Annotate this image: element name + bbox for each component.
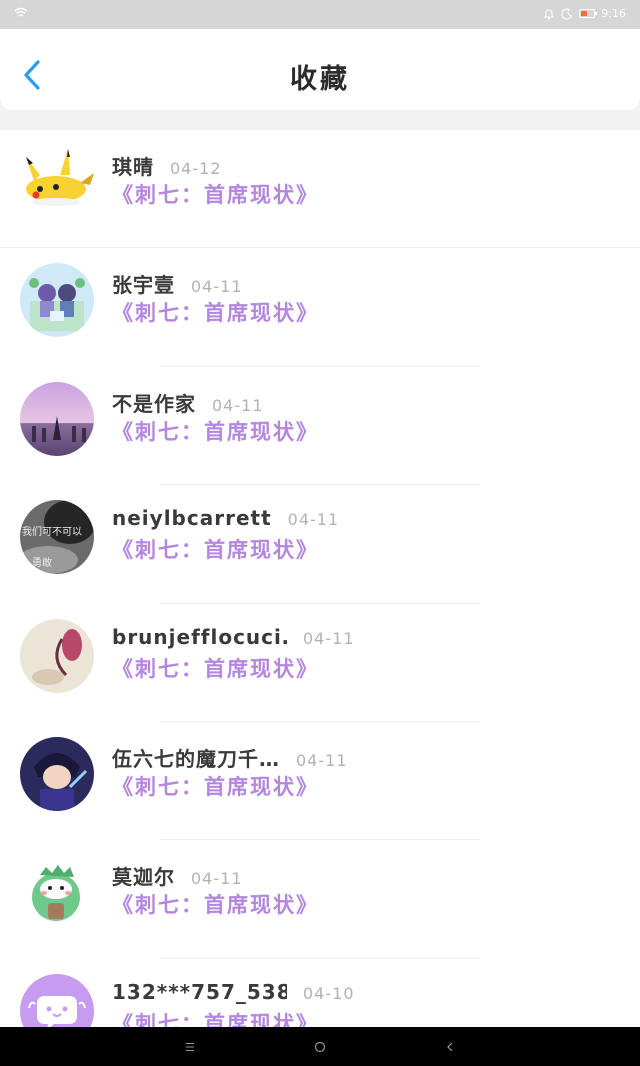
favorite-date: 04-11 — [296, 750, 348, 770]
list-item[interactable]: 莫迦尔 04-11 《刺七：首席现状》 — [0, 840, 640, 959]
user-name: 不是作家 — [112, 391, 196, 416]
bell-icon — [544, 8, 555, 19]
book-title[interactable]: 《刺七：首席现状》 — [112, 889, 319, 919]
avatar — [20, 618, 94, 693]
user-name: neiylbcarrett — [112, 506, 272, 531]
list-item[interactable]: 我们可不可以 勇敢 neiylbcarrett 04-11 《刺七：首席现状》 — [0, 485, 640, 604]
list-item[interactable]: 不是作家 04-11 《刺七：首席现状》 — [0, 367, 640, 486]
favorite-date: 04-11 — [287, 510, 340, 530]
avatar — [20, 263, 94, 338]
list-item[interactable]: 琪晴 04-12 《刺七：首席现状》 — [0, 130, 640, 249]
wifi-icon — [14, 7, 28, 17]
avatar — [20, 736, 94, 811]
favorite-date: 04-11 — [303, 628, 355, 648]
book-title[interactable]: 《刺七：首席现状》 — [112, 416, 319, 446]
battery-icon — [579, 9, 598, 18]
book-title[interactable]: 《刺七：首席现状》 — [112, 653, 319, 683]
user-name: 莫迦尔 — [112, 865, 175, 890]
favorite-date: 04-11 — [212, 395, 264, 415]
list-item[interactable]: 张宇壹 04-11 《刺七：首席现状》 — [0, 248, 640, 367]
favorite-date: 04-10 — [303, 983, 355, 1003]
nav-back-icon — [447, 1042, 453, 1051]
menu-icon — [186, 1042, 194, 1051]
avatar: 我们可不可以 勇敢 — [20, 500, 94, 575]
avatar-caption: 勇敢 — [32, 556, 52, 569]
favorite-date: 04-11 — [191, 869, 243, 889]
user-name: 张宇壹 — [112, 273, 175, 298]
user-name: 琪晴 — [112, 155, 154, 179]
favorite-date: 04-11 — [191, 277, 243, 297]
list-item[interactable]: 132***757_5384… 04-10 《刺七：首席现状》 — [0, 959, 640, 1027]
avatar-caption: 我们可不可以 — [22, 525, 82, 538]
status-bar: 9:16 — [0, 0, 640, 29]
avatar — [20, 145, 94, 219]
list-item[interactable]: brunjefflocuci… 04-11 《刺七：首席现状》 — [0, 604, 640, 722]
system-nav-bar — [0, 1027, 640, 1066]
book-title[interactable]: 《刺七：首席现状》 — [112, 534, 319, 564]
user-name: 132***757_5384… — [112, 979, 287, 1004]
status-time: 9:16 — [601, 7, 626, 20]
book-title[interactable]: 《刺七：首席现状》 — [112, 771, 319, 801]
user-name: brunjefflocuci… — [112, 624, 287, 649]
favorites-list: 琪晴 04-12 《刺七：首席现状》 张宇壹 04-11 《刺七：首席现状》 不… — [0, 130, 640, 1027]
moon-icon — [561, 8, 573, 20]
header: 收藏 — [0, 29, 640, 110]
avatar — [20, 855, 94, 930]
menu-button[interactable] — [160, 1027, 220, 1066]
home-button[interactable] — [290, 1027, 350, 1066]
avatar — [20, 381, 94, 456]
book-title[interactable]: 《刺七：首席现状》 — [112, 1008, 319, 1027]
favorite-date: 04-12 — [170, 159, 222, 178]
nav-back-button[interactable] — [420, 1027, 480, 1066]
avatar — [20, 973, 94, 1027]
user-name: 伍六七的魔刀千… — [112, 746, 280, 771]
book-title[interactable]: 《刺七：首席现状》 — [112, 297, 319, 327]
list-item[interactable]: 伍六七的魔刀千… 04-11 《刺七：首席现状》 — [0, 722, 640, 841]
home-icon — [314, 1041, 326, 1052]
page-title: 收藏 — [290, 64, 350, 95]
book-title[interactable]: 《刺七：首席现状》 — [112, 179, 319, 209]
